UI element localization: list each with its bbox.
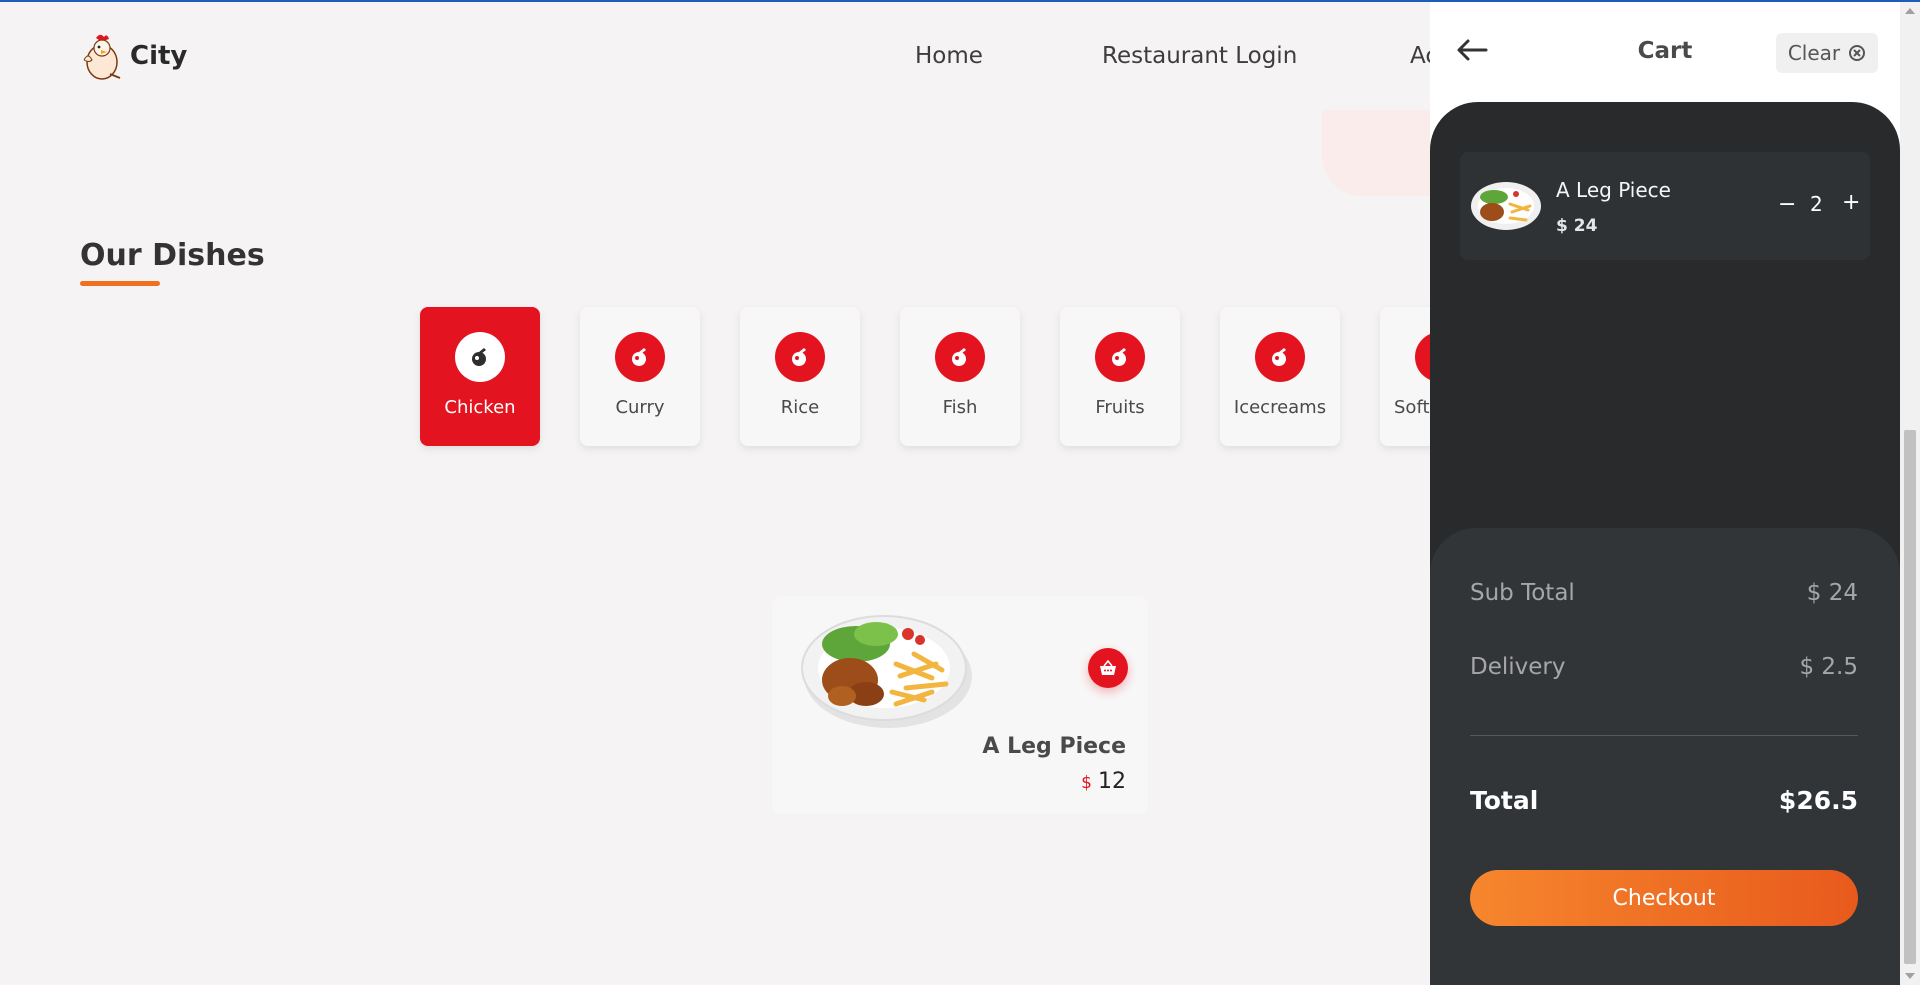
scroll-up-arrow[interactable] xyxy=(1905,8,1915,14)
logo[interactable]: City xyxy=(80,30,187,82)
cart-item-name: A Leg Piece xyxy=(1556,178,1671,202)
dish-card: A Leg Piece $12 xyxy=(772,596,1148,814)
subtotal-row: Sub Total $ 24 xyxy=(1470,580,1858,606)
category-chicken[interactable]: Chicken xyxy=(420,307,540,446)
dish-category-icon xyxy=(615,332,665,382)
category-label: Curry xyxy=(615,397,665,418)
total-label: Total xyxy=(1470,786,1539,815)
scroll-thumb[interactable] xyxy=(1904,430,1916,964)
clear-cart-button[interactable]: Clear xyxy=(1776,33,1878,73)
brand-name: City xyxy=(130,41,188,71)
category-label: Icecreams xyxy=(1233,397,1327,418)
category-icecreams[interactable]: Icecreams xyxy=(1220,307,1340,446)
total-row: Total $26.5 xyxy=(1470,786,1858,815)
dish-category-icon xyxy=(935,332,985,382)
qty-value: 2 xyxy=(1810,192,1823,216)
checkout-button[interactable]: Checkout xyxy=(1470,870,1858,926)
section-title: Our Dishes xyxy=(80,238,265,273)
category-label: Fruits xyxy=(1095,397,1145,418)
hero-decoration xyxy=(1322,110,1442,196)
cart-items-area: A Leg Piece $ 24 − 2 + Sub Total $ 24 De… xyxy=(1430,102,1900,985)
dish-category-icon xyxy=(1095,332,1145,382)
title-underline xyxy=(80,281,160,286)
category-label: Rice xyxy=(780,397,820,418)
delivery-value: $ 2.5 xyxy=(1799,654,1858,680)
nav-home[interactable]: Home xyxy=(915,43,983,69)
category-curry[interactable]: Curry xyxy=(580,307,700,446)
qty-decrease-button[interactable]: − xyxy=(1778,192,1796,217)
dish-category-icon xyxy=(1255,332,1305,382)
category-rice[interactable]: Rice xyxy=(740,307,860,446)
total-value: $26.5 xyxy=(1778,786,1858,815)
cart-item-price: $ 24 xyxy=(1556,216,1598,236)
dish-category-icon xyxy=(455,332,505,382)
delivery-label: Delivery xyxy=(1470,654,1566,680)
scroll-down-arrow[interactable] xyxy=(1905,973,1915,979)
cart-panel: Cart Clear A Leg Piece $ 24 − 2 + Sub To… xyxy=(1430,2,1900,985)
delivery-row: Delivery $ 2.5 xyxy=(1470,654,1858,680)
subtotal-label: Sub Total xyxy=(1470,580,1575,606)
category-label: Fish xyxy=(942,397,978,418)
chicken-mascot-logo xyxy=(83,34,121,80)
category-fruits[interactable]: Fruits xyxy=(1060,307,1180,446)
cart-item: A Leg Piece $ 24 − 2 + xyxy=(1460,152,1870,260)
summary-divider xyxy=(1470,735,1858,736)
page-scrollbar[interactable] xyxy=(1900,2,1920,985)
basket-icon xyxy=(1100,660,1116,675)
dish-price: $12 xyxy=(1081,769,1126,794)
nav-restaurant-login[interactable]: Restaurant Login xyxy=(1102,43,1297,69)
dish-category-icon xyxy=(775,332,825,382)
price-value: 12 xyxy=(1098,769,1126,794)
qty-increase-button[interactable]: + xyxy=(1842,190,1860,215)
add-to-cart-button[interactable] xyxy=(1088,648,1128,688)
dish-image xyxy=(801,615,972,728)
currency-symbol: $ xyxy=(1081,773,1092,793)
dish-name: A Leg Piece xyxy=(982,734,1126,759)
cart-header: Cart Clear xyxy=(1430,2,1900,102)
cart-summary: Sub Total $ 24 Delivery $ 2.5 Total $26.… xyxy=(1430,528,1900,985)
subtotal-value: $ 24 xyxy=(1806,580,1858,606)
category-fish[interactable]: Fish xyxy=(900,307,1020,446)
cart-item-image xyxy=(1471,182,1541,230)
clear-circle-icon xyxy=(1849,45,1866,61)
clear-label: Clear xyxy=(1787,41,1841,65)
category-label: Chicken xyxy=(444,397,516,418)
